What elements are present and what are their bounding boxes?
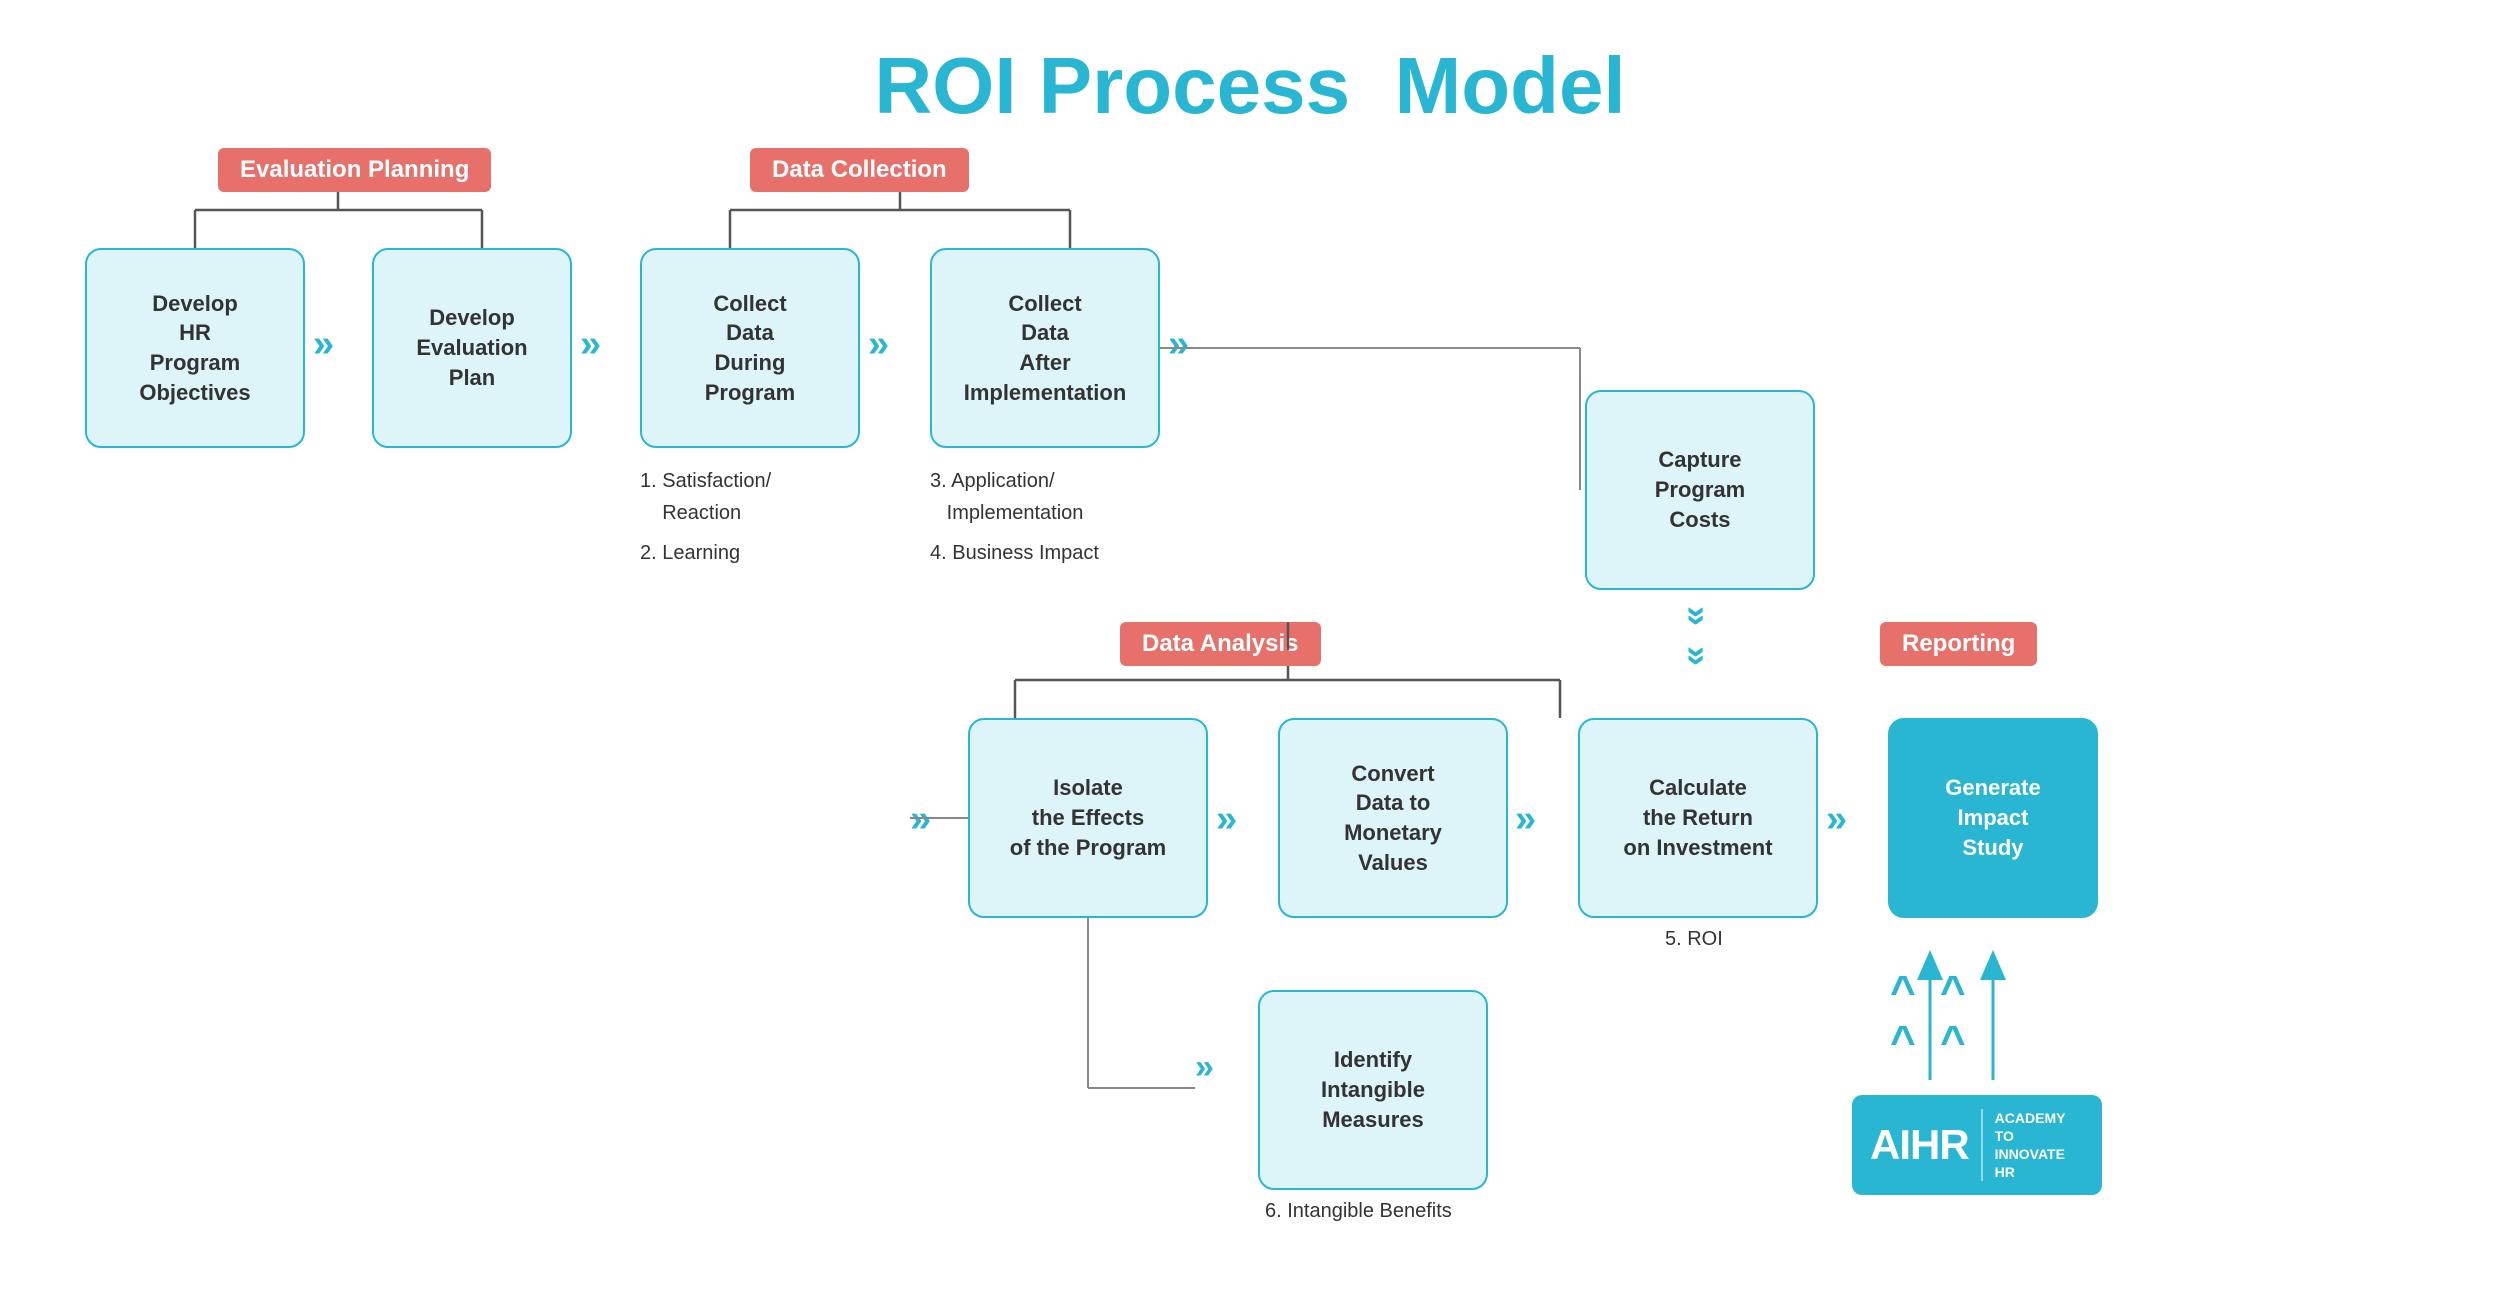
develop-hr-objectives-box: DevelopHRProgramObjectives (85, 248, 305, 448)
arrow-up-3: ^ (1890, 1020, 1916, 1064)
reporting-badge: Reporting (1880, 622, 2037, 666)
generate-impact-study-box: GenerateImpactStudy (1888, 718, 2098, 918)
collect-data-after-box: CollectDataAfterImplementation (930, 248, 1160, 448)
develop-evaluation-plan-box: DevelopEvaluationPlan (372, 248, 572, 448)
capture-program-costs-box: CaptureProgramCosts (1585, 390, 1815, 590)
arrow-4-costs: » (1168, 325, 1189, 363)
arrow-up-2: ^ (1940, 970, 1966, 1014)
arrow-3-4: » (868, 325, 889, 363)
convert-data-box: ConvertData toMonetaryValues (1278, 718, 1508, 918)
arrow-enter-identify: » (1195, 1050, 1214, 1084)
evaluation-planning-badge: Evaluation Planning (218, 148, 491, 192)
arrow-convert-roi: » (1515, 800, 1536, 838)
data-analysis-badge: Data Analysis (1120, 622, 1321, 666)
during-notes: 1. Satisfaction/ Reaction 2. Learning (640, 465, 771, 569)
calculate-roi-box: Calculatethe Returnon Investment (1578, 718, 1818, 918)
arrow-costs-down: » (1680, 606, 1716, 626)
data-collection-badge: Data Collection (750, 148, 969, 192)
roi-label: 5. ROI (1665, 928, 1723, 951)
page-title: ROI Process Model (0, 0, 2500, 162)
arrow-enter-isolate: » (910, 800, 931, 838)
arrow-isolate-convert: » (1216, 800, 1237, 838)
identify-intangible-box: IdentifyIntangibleMeasures (1258, 990, 1488, 1190)
arrow-costs-down2: » (1680, 646, 1716, 666)
isolate-effects-box: Isolatethe Effectsof the Program (968, 718, 1208, 918)
after-notes: 3. Application/ Implementation 4. Busine… (930, 465, 1099, 569)
arrow-1-2: » (313, 325, 334, 363)
arrow-up-4: ^ (1940, 1020, 1966, 1064)
aihr-logo: AIHR ACADEMY TOINNOVATE HR (1852, 1095, 2102, 1195)
arrow-roi-generate: » (1826, 800, 1847, 838)
intangible-label: 6. Intangible Benefits (1265, 1200, 1452, 1223)
arrow-2-3: » (580, 325, 601, 363)
collect-data-during-box: CollectDataDuringProgram (640, 248, 860, 448)
arrow-up-1: ^ (1890, 970, 1916, 1014)
